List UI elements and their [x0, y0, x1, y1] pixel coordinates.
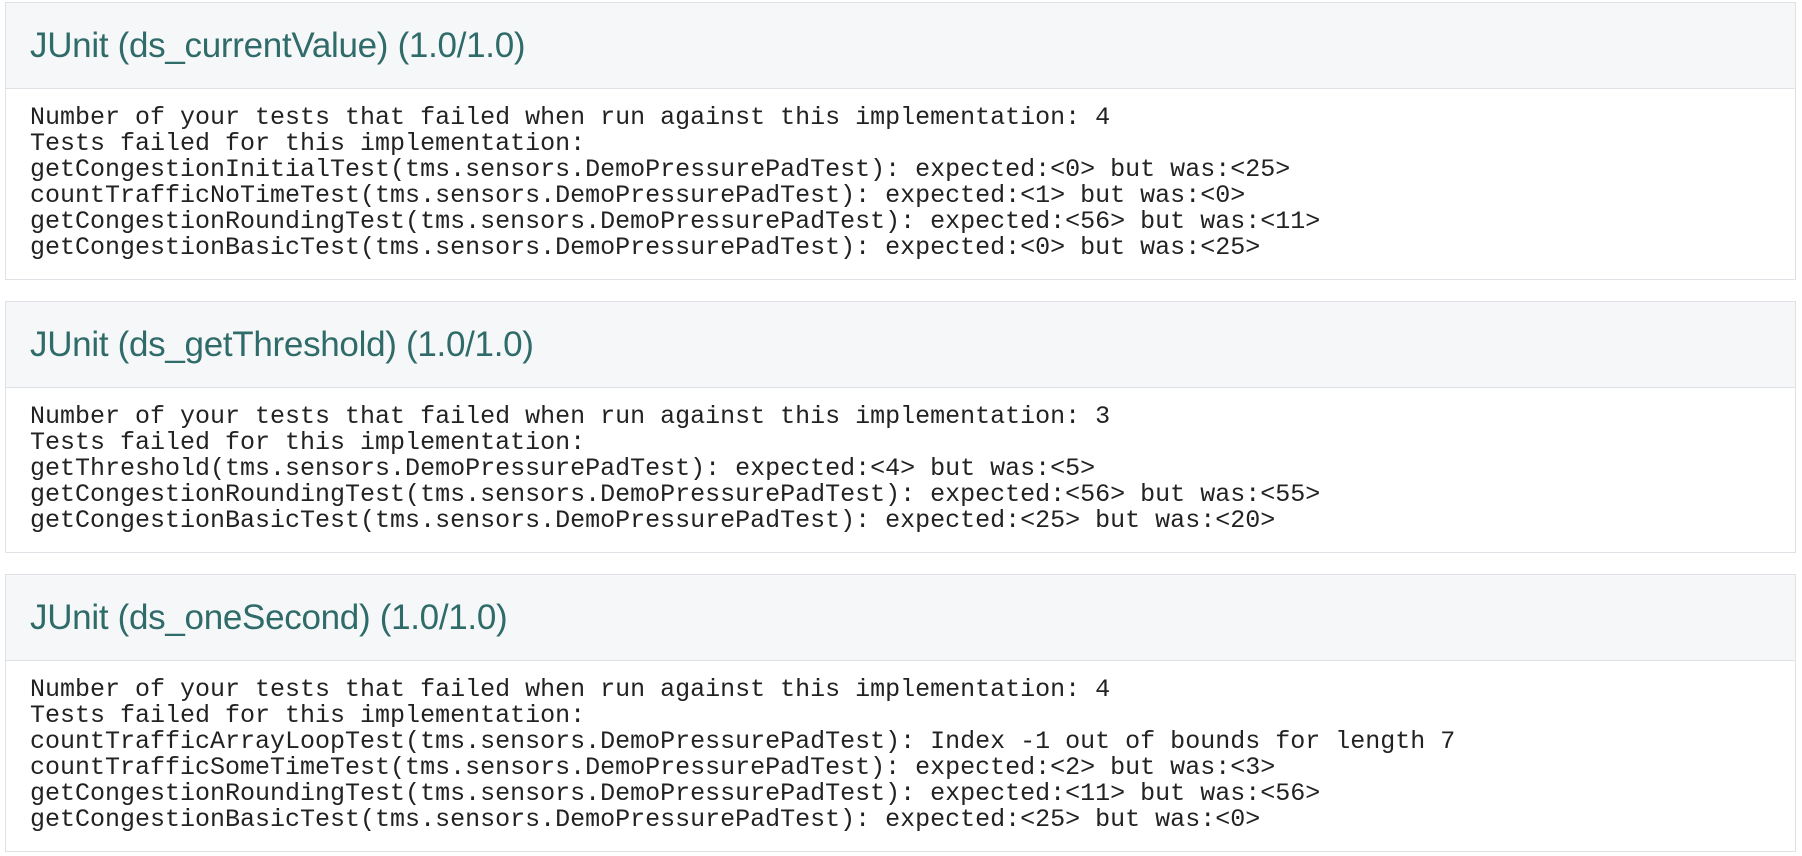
failed-test-line: countTrafficSomeTimeTest(tms.sensors.Dem…: [30, 753, 1276, 782]
failed-test-line: getCongestionBasicTest(tms.sensors.DemoP…: [30, 506, 1276, 535]
failed-test-line: getCongestionBasicTest(tms.sensors.DemoP…: [30, 805, 1261, 834]
failed-test-line: countTrafficNoTimeTest(tms.sensors.DemoP…: [30, 181, 1246, 210]
panel-title: JUnit (ds_getThreshold) (1.0/1.0): [30, 324, 534, 364]
panel-header: JUnit (ds_currentValue) (1.0/1.0): [6, 3, 1795, 89]
test-output: Number of your tests that failed when ru…: [30, 404, 1771, 534]
failed-test-line: getCongestionInitialTest(tms.sensors.Dem…: [30, 155, 1291, 184]
failed-test-line: getThreshold(tms.sensors.DemoPressurePad…: [30, 454, 1096, 483]
panel-header: JUnit (ds_oneSecond) (1.0/1.0): [6, 575, 1795, 661]
junit-result-panel-ds-onesecond: JUnit (ds_oneSecond) (1.0/1.0) Number of…: [5, 574, 1796, 852]
failed-test-line: countTrafficArrayLoopTest(tms.sensors.De…: [30, 727, 1456, 756]
panel-body: Number of your tests that failed when ru…: [6, 388, 1795, 534]
test-output: Number of your tests that failed when ru…: [30, 105, 1771, 261]
failed-test-line: getCongestionBasicTest(tms.sensors.DemoP…: [30, 233, 1261, 262]
panel-title: JUnit (ds_oneSecond) (1.0/1.0): [30, 597, 508, 637]
junit-result-panel-ds-getthreshold: JUnit (ds_getThreshold) (1.0/1.0) Number…: [5, 301, 1796, 553]
panel-title: JUnit (ds_currentValue) (1.0/1.0): [30, 25, 526, 65]
failed-count-line: Number of your tests that failed when ru…: [30, 402, 1111, 431]
junit-result-panel-ds-currentvalue: JUnit (ds_currentValue) (1.0/1.0) Number…: [5, 2, 1796, 280]
failed-count-line: Number of your tests that failed when ru…: [30, 103, 1111, 132]
failed-header-line: Tests failed for this implementation:: [30, 129, 586, 158]
failed-header-line: Tests failed for this implementation:: [30, 701, 586, 730]
panel-body: Number of your tests that failed when ru…: [6, 661, 1795, 833]
failed-test-line: getCongestionRoundingTest(tms.sensors.De…: [30, 480, 1321, 509]
failed-test-line: getCongestionRoundingTest(tms.sensors.De…: [30, 779, 1321, 808]
failed-count-line: Number of your tests that failed when ru…: [30, 675, 1111, 704]
failed-header-line: Tests failed for this implementation:: [30, 428, 586, 457]
test-output: Number of your tests that failed when ru…: [30, 677, 1771, 833]
panel-header: JUnit (ds_getThreshold) (1.0/1.0): [6, 302, 1795, 388]
failed-test-line: getCongestionRoundingTest(tms.sensors.De…: [30, 207, 1321, 236]
panel-body: Number of your tests that failed when ru…: [6, 89, 1795, 261]
